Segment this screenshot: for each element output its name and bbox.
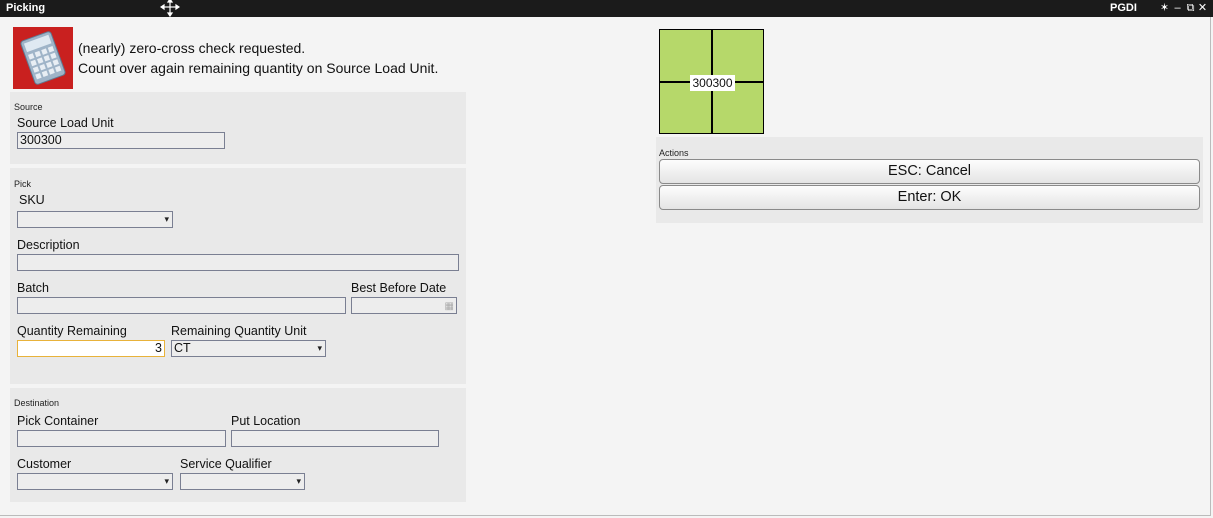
service-qualifier-select[interactable] [180,473,305,490]
best-before-label: Best Before Date [351,281,447,295]
source-load-unit-label: Source Load Unit [17,116,114,130]
actions-group-label: Actions [659,148,689,158]
qty-unit-select[interactable]: CT [171,340,326,357]
source-group-label: Source [14,102,43,112]
minimize-icon[interactable]: – [1172,1,1183,15]
restore-icon[interactable]: ⧉ [1185,1,1196,15]
customer-label: Customer [17,457,72,471]
cancel-button[interactable]: ESC: Cancel [659,159,1200,184]
pin-icon[interactable]: ✶ [1159,1,1170,15]
description-field[interactable] [17,254,459,271]
put-location-field[interactable] [231,430,439,447]
batch-field[interactable] [17,297,346,314]
calculator-icon [13,27,73,89]
sku-select[interactable] [17,211,173,228]
qty-remaining-field[interactable]: 3 [17,340,165,357]
description-label: Description [17,238,80,252]
destination-group-label: Destination [14,398,60,408]
batch-label: Batch [17,281,49,295]
put-location-label: Put Location [231,414,301,428]
app-code: PGDI [1110,2,1137,14]
message-line-1: (nearly) zero-cross check requested. [78,40,306,56]
message-text: (nearly) zero-cross check requested. Cou… [78,38,438,78]
calendar-icon[interactable]: ▦ [445,299,454,313]
message-line-2: Count over again remaining quantity on S… [78,60,439,76]
pick-container-field[interactable] [17,430,226,447]
move-icon[interactable] [160,0,180,17]
close-icon[interactable]: ✕ [1197,1,1208,15]
sku-label: SKU [19,193,45,207]
best-before-field[interactable]: ▦ [351,297,457,314]
source-load-unit-field[interactable]: 300300 [17,132,225,149]
window-title: Picking [6,2,46,14]
load-unit-tile: 300300 [659,29,764,134]
qty-unit-label: Remaining Quantity Unit [171,324,307,338]
load-unit-code: 300300 [690,75,735,91]
window-titlebar[interactable]: Picking PGDI ✶ – ⧉ ✕ [0,0,1213,17]
service-qualifier-label: Service Qualifier [180,457,272,471]
customer-select[interactable] [17,473,173,490]
ok-button[interactable]: Enter: OK [659,185,1200,210]
pick-group-label: Pick [14,179,32,189]
pick-container-label: Pick Container [17,414,99,428]
qty-remaining-label: Quantity Remaining [17,324,127,338]
